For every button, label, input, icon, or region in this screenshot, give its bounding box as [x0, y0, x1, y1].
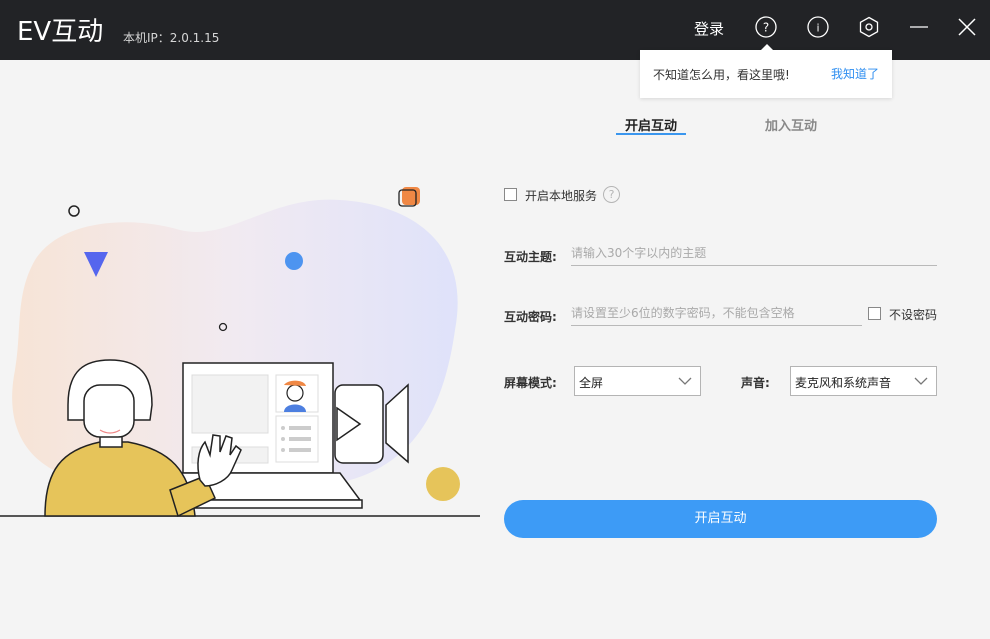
chevron-down-icon: [678, 377, 692, 385]
tooltip-dismiss-link[interactable]: 我知道了: [831, 65, 879, 82]
settings-icon[interactable]: [858, 16, 880, 38]
password-input[interactable]: [571, 303, 862, 326]
tab-start-interaction[interactable]: 开启互动: [625, 115, 677, 134]
app-title: EV互动: [17, 17, 104, 47]
local-ip-label: 本机IP：2.0.1.15: [123, 31, 220, 45]
local-service-help-icon[interactable]: ?: [603, 186, 620, 203]
minimize-icon[interactable]: [908, 16, 930, 38]
no-password-checkbox[interactable]: [868, 307, 881, 320]
local-service-label: 开启本地服务: [525, 189, 598, 203]
local-service-checkbox[interactable]: [504, 188, 517, 201]
screen-mode-value: 全屏: [579, 376, 604, 390]
tooltip-text: 不知道怎么用，看这里哦!: [653, 68, 790, 82]
tab-join-interaction[interactable]: 加入互动: [765, 115, 817, 134]
svg-text:i: i: [816, 22, 819, 35]
topic-input[interactable]: [571, 243, 937, 266]
welcome-illustration: [0, 187, 480, 518]
info-icon[interactable]: i: [807, 16, 829, 38]
login-button[interactable]: 登录: [694, 18, 724, 39]
active-tab-indicator: [616, 133, 686, 135]
close-icon[interactable]: [956, 16, 978, 38]
help-icon[interactable]: ?: [755, 16, 777, 38]
password-label: 互动密码:: [504, 310, 557, 324]
svg-text:?: ?: [763, 21, 769, 35]
start-interaction-button[interactable]: 开启互动: [504, 500, 937, 538]
screen-mode-select[interactable]: 全屏: [574, 366, 701, 396]
no-password-label: 不设密码: [889, 308, 938, 322]
audio-select[interactable]: 麦克风和系统声音: [790, 366, 937, 396]
chevron-down-icon: [914, 377, 928, 385]
audio-label: 声音:: [741, 376, 770, 390]
audio-value: 麦克风和系统声音: [795, 376, 892, 390]
topic-label: 互动主题:: [504, 250, 557, 264]
help-tooltip: 不知道怎么用，看这里哦! 我知道了: [640, 44, 892, 98]
screen-mode-label: 屏幕模式:: [504, 376, 557, 390]
